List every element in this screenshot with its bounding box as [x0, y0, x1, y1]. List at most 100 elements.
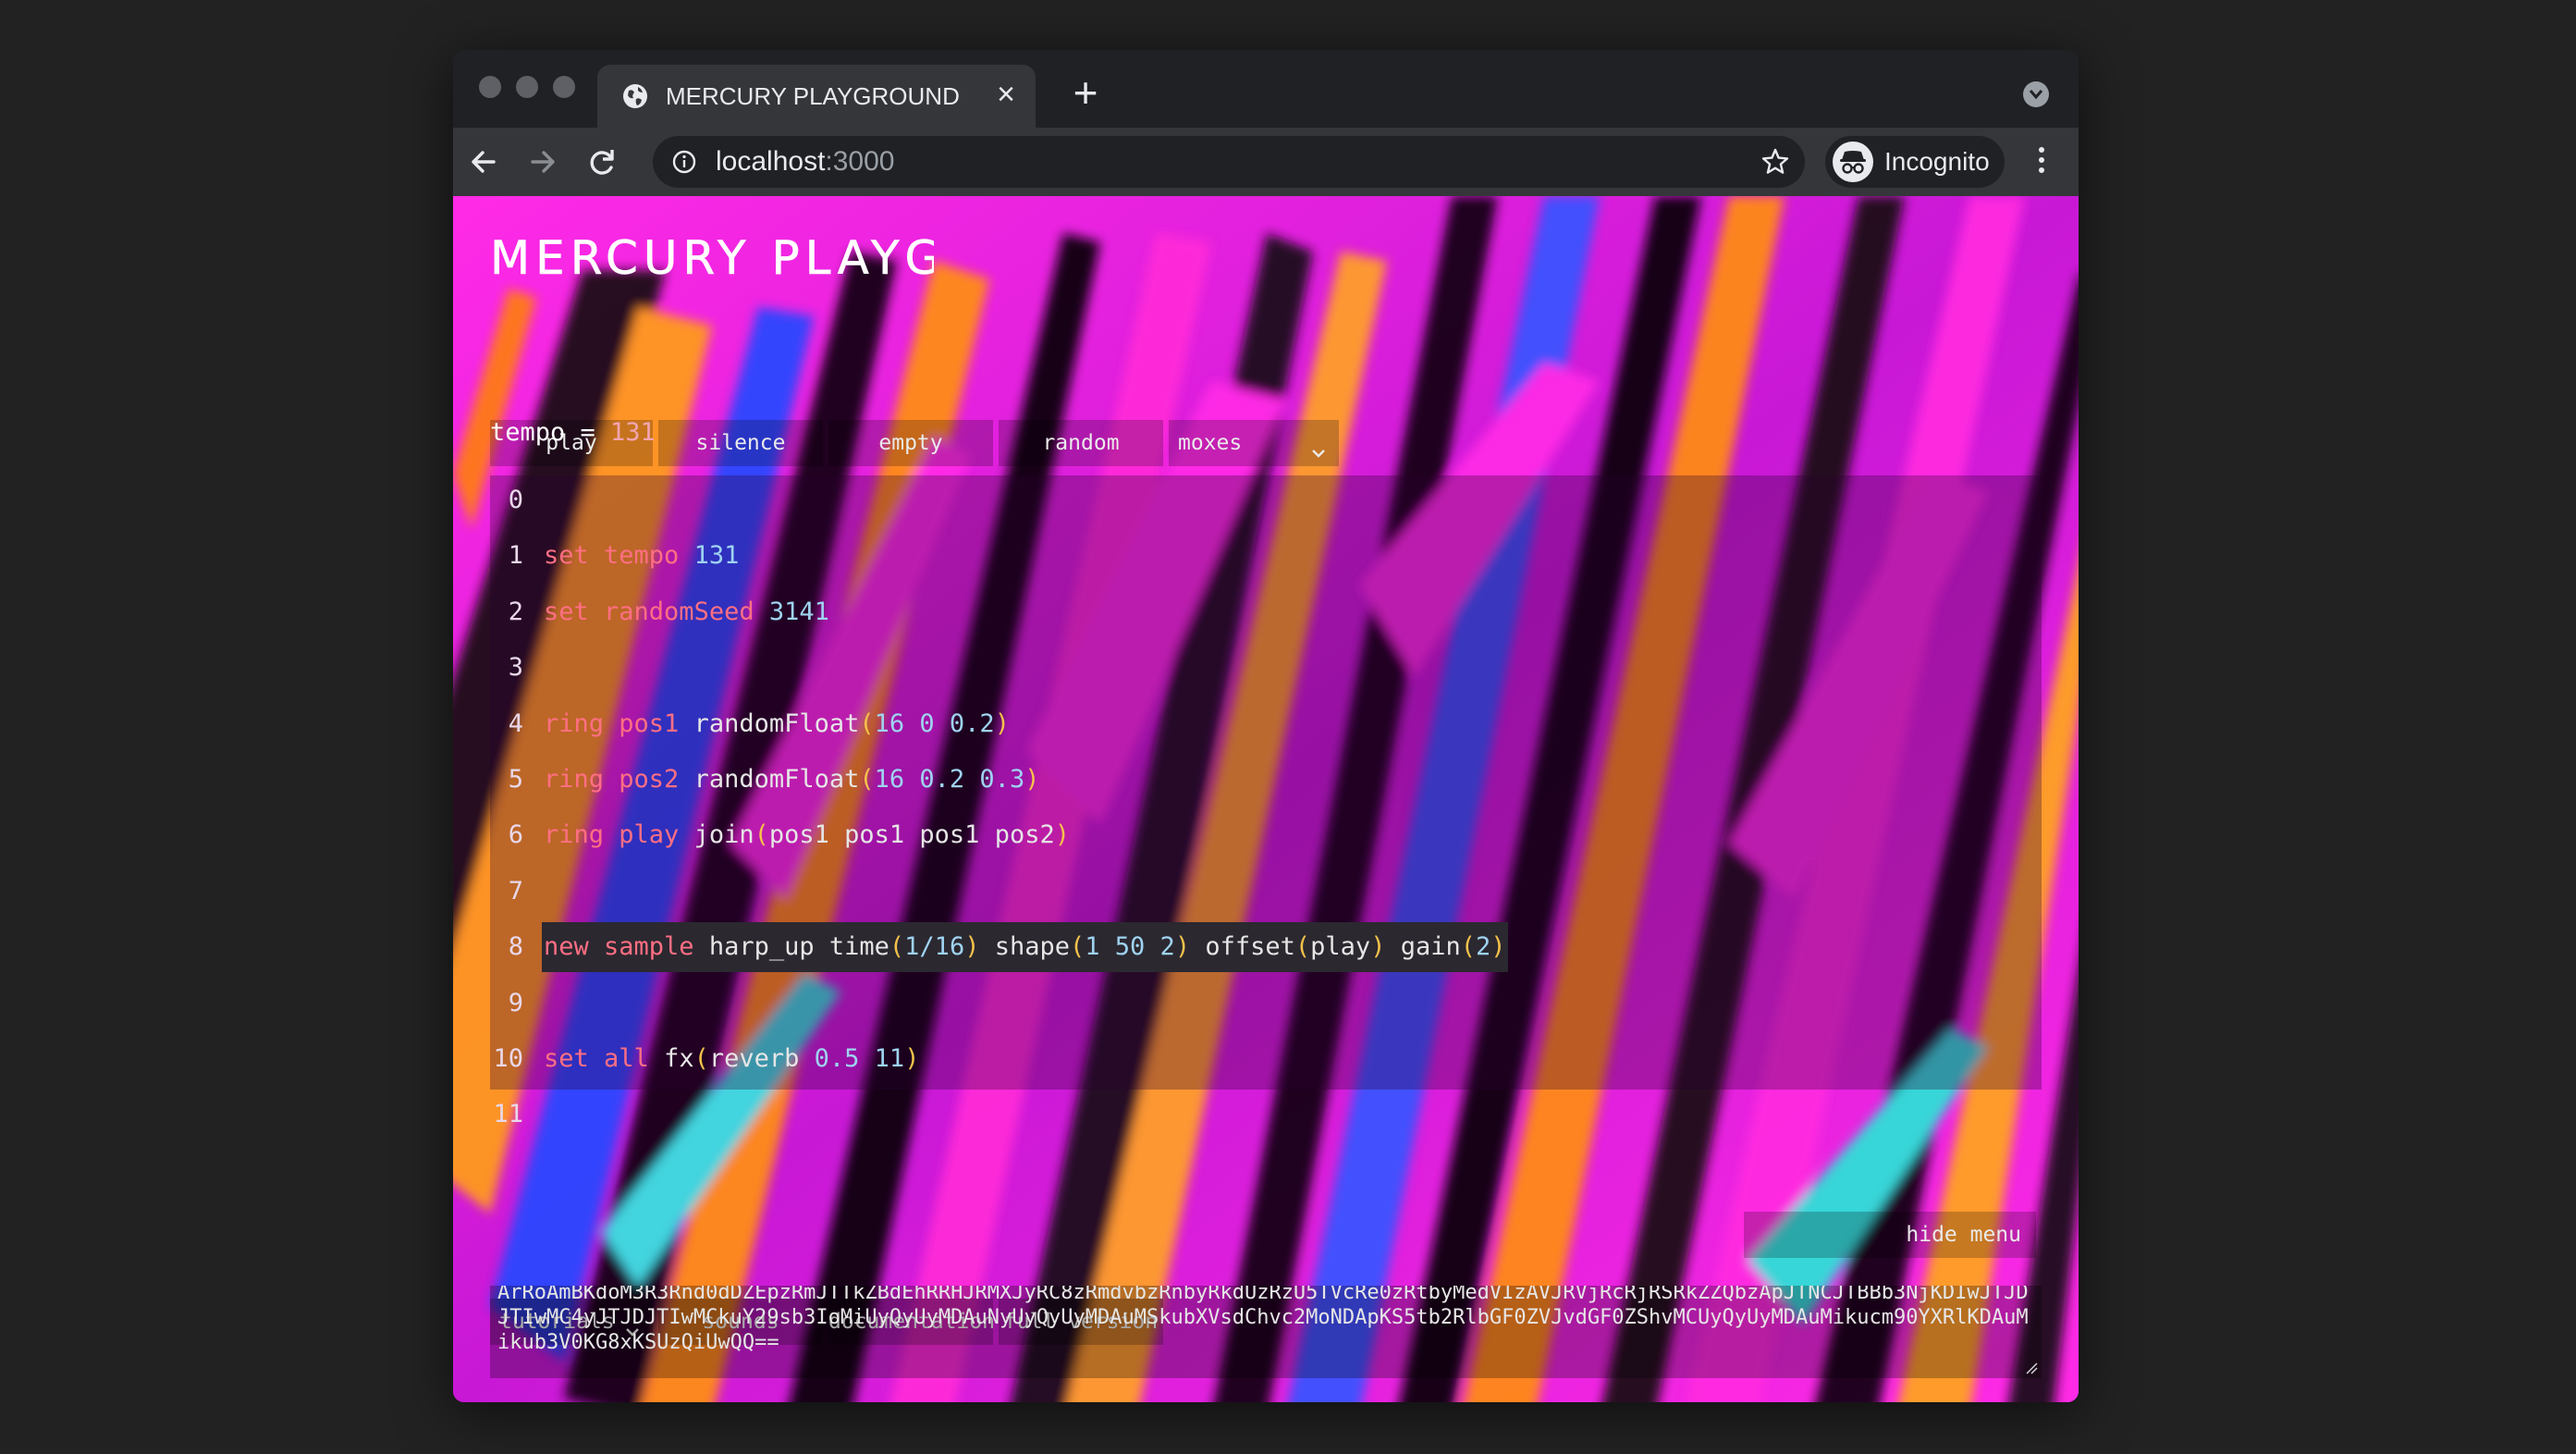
- close-icon[interactable]: ×: [989, 78, 1023, 111]
- code-token: ): [1490, 932, 1506, 962]
- code-token: 1 50 2: [1085, 932, 1175, 962]
- info-icon[interactable]: [671, 149, 697, 175]
- code-token: set: [544, 1044, 605, 1073]
- code-token: new: [544, 932, 605, 962]
- star-icon[interactable]: [1760, 147, 1790, 177]
- window-maximize-dot[interactable]: [553, 76, 575, 98]
- code-token: ): [1370, 932, 1386, 962]
- code-line[interactable]: 8 new sample harp_up time(1/16) shape(1 5…: [490, 922, 1508, 973]
- code-line[interactable]: 1 set tempo 131: [490, 531, 740, 581]
- tab-search-icon[interactable]: [2023, 81, 2049, 107]
- incognito-label: Incognito: [1884, 147, 1990, 176]
- playground-content: MERCURY PLAYGROUND play silence empty ra…: [453, 196, 2079, 1402]
- page-viewport: MERCURY PLAYGROUND play silence empty ra…: [453, 196, 2079, 1402]
- code-token: randomFloat: [693, 765, 860, 794]
- code-token: (: [859, 709, 875, 738]
- url-port: :3000: [825, 146, 895, 177]
- forward-icon[interactable]: [520, 139, 566, 185]
- code-line[interactable]: 9: [490, 979, 523, 1029]
- code-token: 131: [693, 541, 740, 571]
- incognito-profile-button[interactable]: Incognito: [1825, 136, 2005, 188]
- kebab-menu-icon[interactable]: [2025, 142, 2058, 183]
- code-token: play: [619, 820, 694, 850]
- code-token: 1/16: [904, 932, 965, 962]
- code-token: join: [693, 820, 754, 850]
- code-token: play: [1310, 932, 1371, 962]
- window-close-dot[interactable]: [479, 76, 501, 98]
- line-number: 9: [508, 988, 523, 1017]
- examples-select-value: moxes: [1178, 431, 1243, 455]
- incognito-icon: [1833, 142, 1873, 182]
- code-token: ): [1054, 820, 1070, 850]
- line-number: 10: [493, 1044, 523, 1073]
- code-token: set: [544, 597, 605, 626]
- empty-button[interactable]: empty: [828, 420, 993, 466]
- code-token: ): [904, 1044, 920, 1073]
- hide-menu-button[interactable]: hide menu: [1744, 1212, 2036, 1258]
- code-line[interactable]: 3: [490, 643, 523, 693]
- code-token: shape: [979, 932, 1071, 962]
- code-editor[interactable]: 0 1 set tempo 131 2 set randomSeed 3141 3 4 rin…: [490, 475, 2042, 1128]
- tempo-display: tempo = 131: [490, 418, 656, 447]
- code-token: ): [1174, 932, 1191, 962]
- code-hash-text: ArRoAmBKdoM3R3Rnd0dDZEpzRmJTTkZBdEhRRHJR…: [497, 1286, 2029, 1354]
- code-token: pos1 pos1 pos1 pos2: [768, 820, 1055, 850]
- code-line[interactable]: 10 set all fx(reverb 0.5 11): [490, 1034, 919, 1084]
- code-hash-textarea[interactable]: ArRoAmBKdoM3R3Rnd0dDZEpzRmJTTkZBdEhRRHJR…: [490, 1286, 2042, 1378]
- code-token: pos2: [619, 765, 694, 794]
- code-token: time: [828, 932, 889, 962]
- code-token: 3141: [768, 597, 829, 626]
- code-token: ring: [544, 820, 619, 850]
- silence-button[interactable]: silence: [658, 420, 823, 466]
- resize-handle-icon[interactable]: [2025, 1362, 2038, 1374]
- chevron-down-icon: [1309, 433, 1328, 458]
- line-number: 11: [493, 1100, 523, 1129]
- code-token: pos1: [619, 709, 694, 738]
- code-line[interactable]: 5 ring pos2 randomFloat(16 0.2 0.3): [490, 755, 1040, 805]
- code-token: (: [1460, 932, 1476, 962]
- code-token: offset: [1190, 932, 1295, 962]
- browser-tab-active[interactable]: MERCURY PLAYGROUND ×: [597, 65, 1036, 128]
- line-number: 5: [508, 765, 523, 794]
- code-token: (: [859, 765, 875, 794]
- code-token: 2: [1476, 932, 1491, 962]
- code-token: all: [604, 1044, 665, 1073]
- tab-strip: MERCURY PLAYGROUND × +: [453, 50, 2079, 128]
- code-line[interactable]: 2 set randomSeed 3141: [490, 587, 829, 637]
- examples-select[interactable]: moxes: [1169, 420, 1339, 466]
- code-token: ring: [544, 709, 619, 738]
- globe-icon: [621, 82, 649, 110]
- code-token: (: [754, 820, 769, 850]
- code-line[interactable]: 7: [490, 867, 523, 917]
- line-number: 6: [508, 820, 523, 850]
- code-token: fx: [664, 1044, 694, 1073]
- code-line[interactable]: 0: [490, 475, 523, 525]
- code-token: sample: [604, 932, 709, 962]
- code-text: set all fx(reverb 0.5 11): [544, 1034, 919, 1084]
- tempo-label: tempo =: [490, 418, 611, 447]
- code-token: reverb: [708, 1044, 815, 1073]
- url-text[interactable]: localhost:3000: [716, 147, 894, 177]
- code-token: (: [1070, 932, 1086, 962]
- random-button[interactable]: random: [999, 420, 1163, 466]
- code-line[interactable]: 11: [490, 1090, 523, 1140]
- code-line[interactable]: 6 ring play join(pos1 pos1 pos1 pos2): [490, 810, 1070, 860]
- code-token: (: [693, 1044, 709, 1073]
- code-line[interactable]: 4 ring pos1 randomFloat(16 0 0.2): [490, 699, 1010, 749]
- code-token: gain: [1385, 932, 1461, 962]
- browser-toolbar: localhost:3000 Incognito: [453, 128, 2079, 196]
- code-text: ring pos1 randomFloat(16 0 0.2): [544, 699, 1010, 749]
- code-text: set randomSeed 3141: [544, 587, 829, 637]
- browser-window: MERCURY PLAYGROUND × + localhost:3000 In…: [453, 50, 2079, 1402]
- window-minimize-dot[interactable]: [516, 76, 538, 98]
- code-token: randomFloat: [693, 709, 860, 738]
- plus-icon[interactable]: +: [1063, 71, 1108, 117]
- line-number: 1: [508, 541, 523, 571]
- logo: MERCURY PLAYGROUND: [490, 233, 934, 283]
- address-bar[interactable]: localhost:3000: [653, 136, 1805, 188]
- line-number: 7: [508, 876, 523, 906]
- reload-icon[interactable]: [579, 139, 625, 185]
- code-token: 16 0 0.2: [874, 709, 995, 738]
- code-text: ring pos2 randomFloat(16 0.2 0.3): [544, 755, 1039, 805]
- back-icon[interactable]: [460, 139, 507, 185]
